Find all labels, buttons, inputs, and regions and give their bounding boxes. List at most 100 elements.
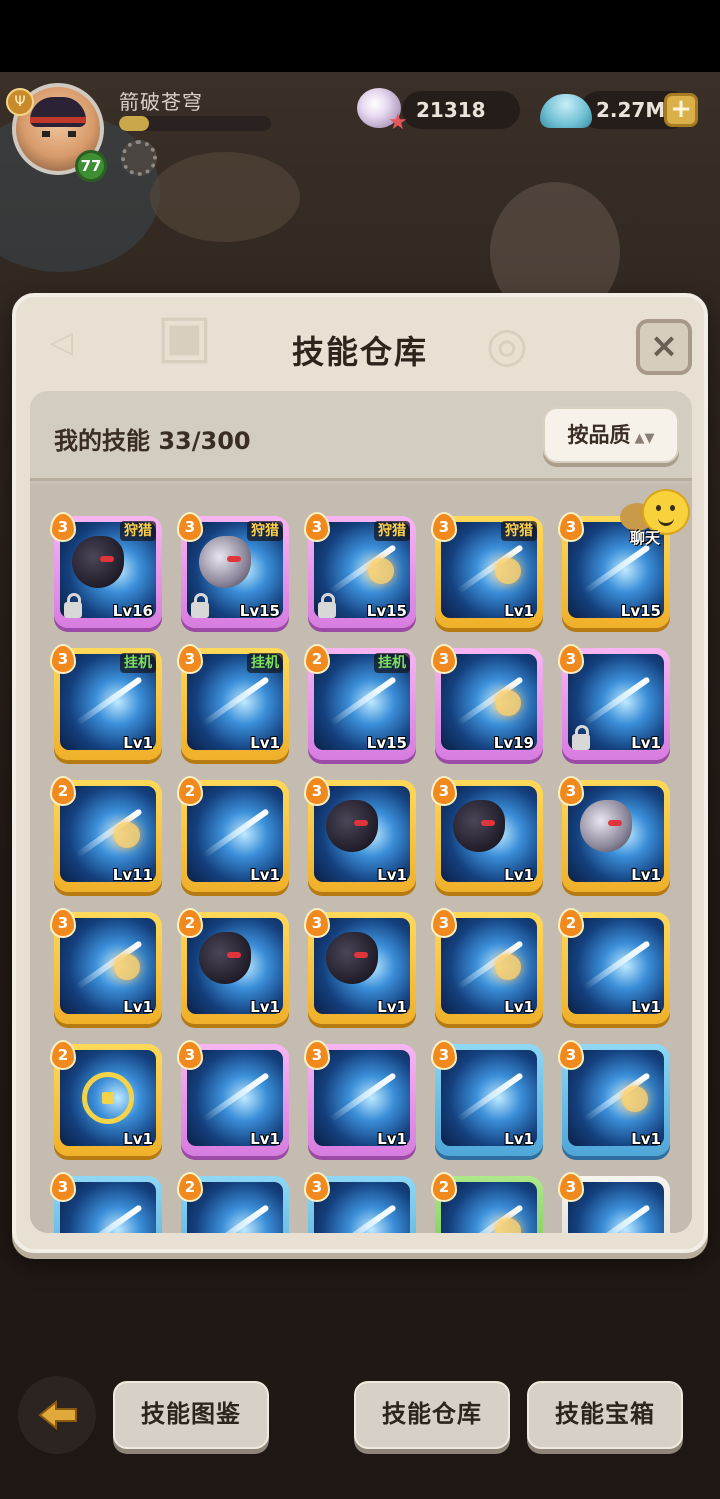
skill-card[interactable]: 2 挂机 Lv15 [304, 644, 416, 760]
skill-rank-badge: 3 [431, 644, 457, 674]
skill-level: Lv11 [112, 866, 153, 884]
skill-rank-badge: 3 [558, 776, 584, 806]
pearl-amount: 21318 [416, 98, 486, 122]
skill-level: Lv1 [504, 602, 534, 620]
skill-card[interactable]: 3 Lv1 [431, 908, 543, 1024]
close-button[interactable]: × [636, 319, 692, 375]
skill-rank-badge: 3 [177, 512, 203, 542]
skill-level: Lv1 [250, 1130, 280, 1148]
skill-card[interactable]: 3 Lv1 [304, 1040, 416, 1156]
skill-card[interactable]: 3 挂机 Lv1 [50, 644, 162, 760]
exp-bar-fill [119, 116, 150, 131]
skill-card[interactable]: 3 挂机 Lv1 [177, 644, 289, 760]
chat-button[interactable]: 聊天 [618, 489, 704, 549]
skill-level: Lv1 [123, 734, 153, 752]
lock-icon [191, 593, 209, 618]
skill-level: Lv1 [504, 866, 534, 884]
skill-chest-button[interactable]: 技能宝箱 [527, 1381, 683, 1449]
panel-title: 技能仓库 [291, 333, 428, 371]
skill-rank-badge: 2 [431, 1172, 457, 1202]
sort-by-quality-button[interactable]: 按品质 ▲▼ [543, 407, 679, 463]
skill-rank-badge: 3 [558, 512, 584, 542]
skill-grid: 3 狩猎 Lv16 3 狩猎 Lv15 3 狩猎 Lv15 3 狩猎 Lv1 3 Lv15 3 挂机 Lv1 3 挂… [30, 484, 692, 1233]
skill-card[interactable]: 3 狩猎 Lv15 [177, 512, 289, 628]
skill-card[interactable]: 2 Lv1 [177, 776, 289, 892]
skill-mode-tag: 狩猎 [374, 521, 410, 541]
skill-card[interactable]: 3 Lv19 [431, 644, 543, 760]
skill-rank-badge: 3 [304, 908, 330, 938]
skill-level: Lv1 [123, 1130, 153, 1148]
sort-label: 按品质 [567, 423, 631, 447]
skill-rank-badge: 3 [304, 512, 330, 542]
skill-level: Lv15 [620, 602, 661, 620]
skill-card[interactable]: 2 [177, 1172, 289, 1233]
skill-card[interactable]: 2 Lv1 [558, 908, 670, 1024]
skill-card[interactable]: 3 狩猎 Lv1 [431, 512, 543, 628]
skill-rank-badge: 2 [50, 776, 76, 806]
skill-list-container: 我的技能 33/300 按品质 ▲▼ 3 狩猎 Lv16 3 狩猎 Lv15 3 狩猎 Lv15 3… [30, 391, 692, 1233]
skill-mode-tag: 挂机 [120, 653, 156, 673]
skill-card[interactable]: 3 Lv1 [177, 1040, 289, 1156]
skill-card[interactable]: 3 Lv1 [431, 1040, 543, 1156]
skill-level: Lv1 [123, 998, 153, 1016]
sort-arrows-icon: ▲▼ [634, 431, 655, 446]
skill-level: Lv15 [366, 602, 407, 620]
skill-card[interactable]: 3 狩猎 Lv16 [50, 512, 162, 628]
skill-rank-badge: 2 [177, 908, 203, 938]
skill-rank-badge: 3 [431, 776, 457, 806]
skill-rank-badge: 3 [558, 1040, 584, 1070]
skill-card[interactable]: 3 Lv1 [304, 908, 416, 1024]
pearl-currency: 21318 [402, 91, 520, 129]
back-button[interactable] [18, 1376, 96, 1454]
skill-mode-tag: 挂机 [374, 653, 410, 673]
skill-card[interactable]: 3 Lv1 [50, 908, 162, 1024]
skill-card[interactable]: 3 Lv1 [558, 644, 670, 760]
status-bar [0, 0, 720, 72]
skill-card[interactable]: 3 [558, 1172, 670, 1233]
skill-card[interactable]: 3 [304, 1172, 416, 1233]
skill-rank-badge: 3 [431, 512, 457, 542]
skill-card[interactable]: 2 Lv1 [50, 1040, 162, 1156]
skill-storage-panel: ◁ ▣ ◎ 技能仓库 × 我的技能 33/300 按品质 ▲▼ 3 狩猎 Lv16 3 狩… [12, 293, 708, 1253]
guild-icon[interactable] [121, 140, 157, 176]
skill-level: Lv1 [377, 998, 407, 1016]
skill-rank-badge: 3 [50, 512, 76, 542]
skill-level: Lv1 [504, 1130, 534, 1148]
skill-rank-badge: 2 [177, 776, 203, 806]
skill-level: Lv16 [112, 602, 153, 620]
back-arrow-icon [38, 1400, 77, 1430]
lock-icon [572, 725, 590, 750]
skill-rank-badge: 3 [177, 644, 203, 674]
skill-card[interactable]: 2 Lv11 [50, 776, 162, 892]
add-currency-button[interactable]: + [664, 93, 698, 127]
skill-card[interactable]: 3 [50, 1172, 162, 1233]
skill-level: Lv1 [250, 866, 280, 884]
skill-rank-badge: 3 [558, 1172, 584, 1202]
skill-level: Lv19 [493, 734, 534, 752]
skill-card[interactable]: 3 Lv1 [558, 1040, 670, 1156]
skill-storage-button[interactable]: 技能仓库 [354, 1381, 510, 1449]
skill-mode-tag: 狩猎 [120, 521, 156, 541]
trident-rank-icon: Ψ [6, 88, 34, 116]
skill-card[interactable]: 3 Lv1 [304, 776, 416, 892]
player-level-badge: 77 [75, 150, 107, 182]
chat-label: 聊天 [630, 529, 661, 547]
skill-level: Lv15 [239, 602, 280, 620]
skill-level: Lv1 [250, 998, 280, 1016]
skill-rank-badge: 3 [304, 1040, 330, 1070]
skill-rank-badge: 3 [50, 644, 76, 674]
skill-card[interactable]: 3 狩猎 Lv15 [304, 512, 416, 628]
skill-rank-badge: 2 [558, 908, 584, 938]
skill-card[interactable]: 2 Lv1 [177, 908, 289, 1024]
skill-card[interactable]: 3 Lv1 [558, 776, 670, 892]
skill-level: Lv1 [250, 734, 280, 752]
skill-card[interactable]: 3 Lv1 [431, 776, 543, 892]
skill-rank-badge: 3 [50, 908, 76, 938]
skill-codex-button[interactable]: 技能图鉴 [113, 1381, 269, 1449]
skill-mode-tag: 狩猎 [247, 521, 283, 541]
skill-card[interactable]: 2 [431, 1172, 543, 1233]
skill-rank-badge: 3 [177, 1040, 203, 1070]
skill-mode-tag: 挂机 [247, 653, 283, 673]
skill-level: Lv1 [631, 1130, 661, 1148]
player-name: 箭破苍穹 [119, 90, 203, 114]
